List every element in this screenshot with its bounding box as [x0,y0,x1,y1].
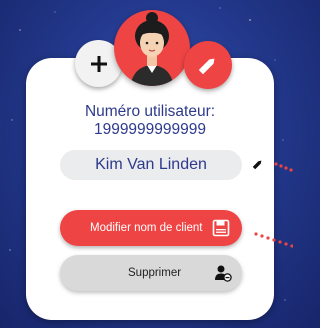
delete-user-button[interactable]: Supprimer [60,255,242,291]
client-name-field[interactable]: Kim Van Linden [60,150,242,180]
user-number-value: 1999999999999 [93,121,207,138]
user-number-label: Numéro utilisateur: [84,103,216,120]
user-minus-icon [215,265,232,282]
floppy-disk-icon [212,219,230,237]
modify-client-name-button[interactable]: Modifier nom de client [60,210,242,246]
modify-client-name-label: Modifier nom de client [90,222,203,234]
pencil-icon[interactable] [251,158,264,171]
user-avatar-icon [130,12,174,86]
pencil-icon [198,58,215,75]
plus-icon [90,55,107,72]
client-name-text: Kim Van Linden [95,156,207,173]
avatar [114,10,190,86]
edit-button[interactable] [184,41,232,89]
user-number-block: Numéro utilisateur: 1999999999999 [26,103,274,139]
delete-user-label: Supprimer [128,267,182,279]
